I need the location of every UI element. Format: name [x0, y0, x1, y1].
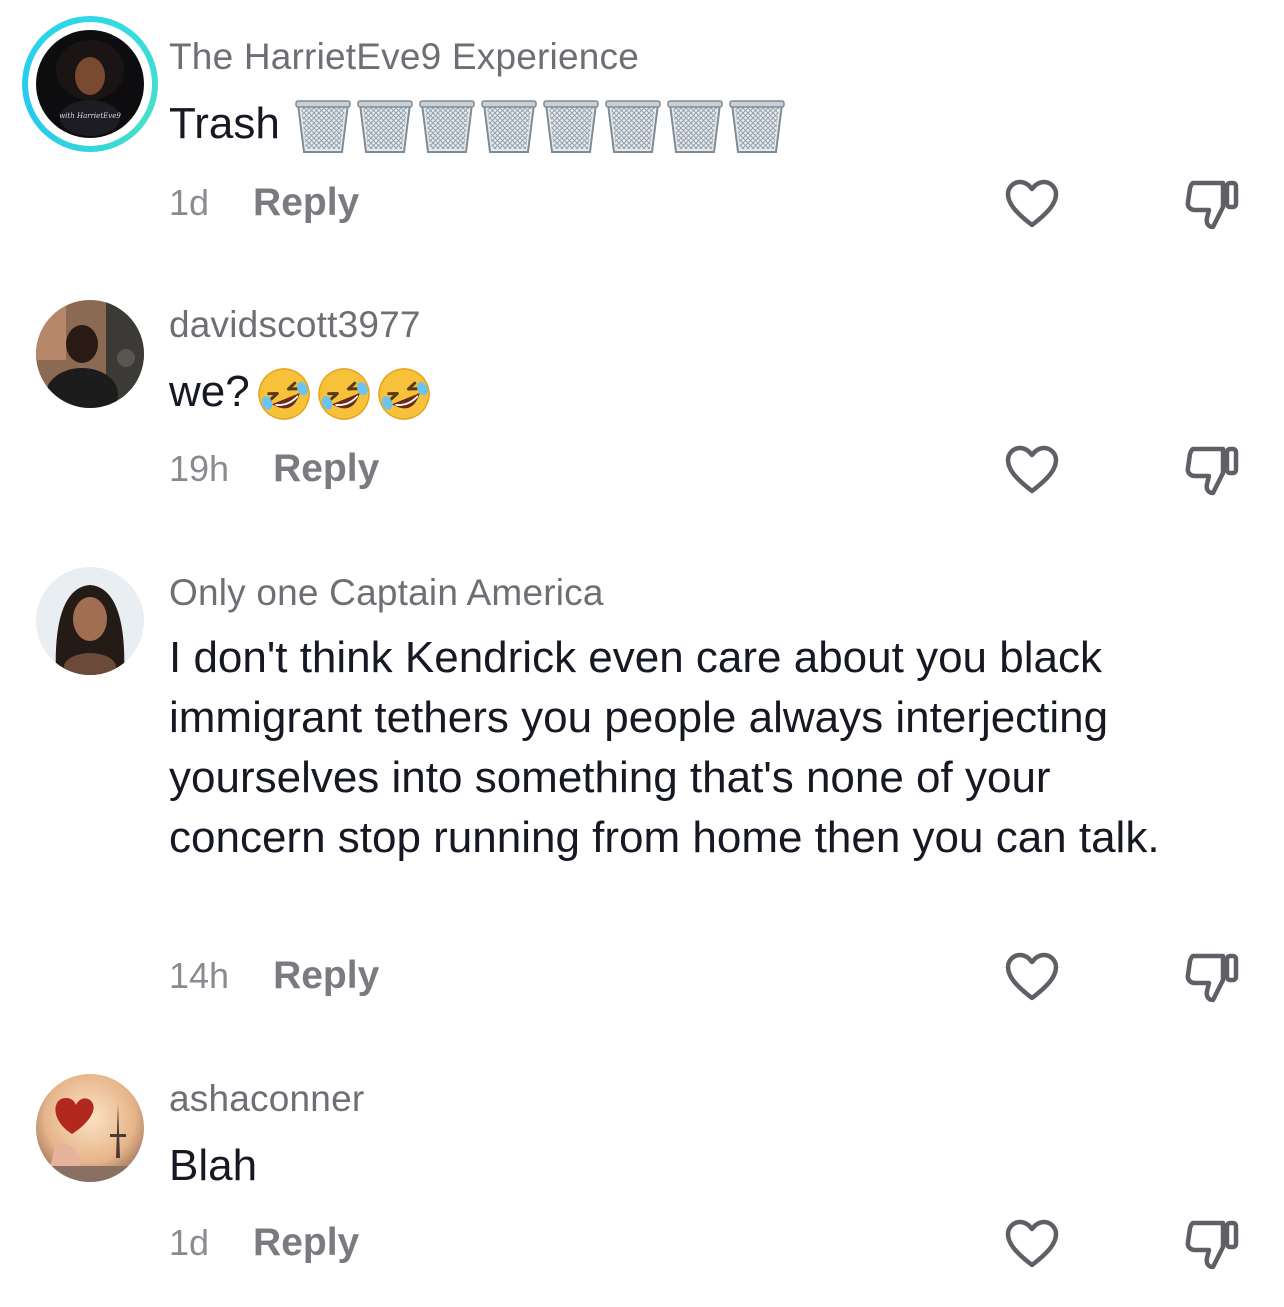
comment-timestamp: 1d: [169, 182, 210, 223]
wastebasket-emoji: [728, 98, 786, 154]
comment-username[interactable]: The HarrietEve9 Experience: [169, 36, 639, 78]
wastebasket-emoji: [480, 98, 538, 154]
comment-text-body: Trash: [169, 99, 280, 148]
rolling-laughing-emoji: [316, 366, 372, 422]
comment-username[interactable]: Only one Captain America: [169, 572, 604, 614]
heart-outline-icon: [1005, 445, 1059, 494]
avatar-image: with HarrietEve9: [36, 30, 144, 138]
avatar-image: [36, 300, 144, 408]
avatar-image: [36, 1074, 144, 1182]
avatar[interactable]: with HarrietEve9: [36, 30, 144, 138]
comment-meta: 1d Reply: [169, 178, 359, 228]
reply-button[interactable]: Reply: [273, 954, 379, 998]
avatar[interactable]: [36, 1074, 144, 1182]
comment-username[interactable]: ashaconner: [169, 1078, 364, 1120]
thumbs-down-outline-icon: [1185, 180, 1239, 230]
comment-text-body: we?: [169, 367, 250, 416]
thumbs-down-outline-icon: [1185, 953, 1239, 1003]
avatar-caption: with HarrietEve9: [59, 112, 121, 120]
comment-text: Blah: [169, 1141, 258, 1190]
dislike-button[interactable]: [1180, 172, 1244, 236]
heart-outline-icon: [1005, 952, 1059, 1001]
rolling-laughing-emoji: [376, 366, 432, 422]
wastebasket-emoji: [604, 98, 662, 154]
like-button[interactable]: [1000, 1212, 1064, 1276]
reply-button[interactable]: Reply: [253, 181, 359, 225]
thumbs-down-outline-icon: [1185, 446, 1239, 496]
wastebasket-emoji: [666, 98, 724, 154]
thumbs-down-outline-icon: [1185, 1220, 1239, 1270]
like-button[interactable]: [1000, 945, 1064, 1009]
wastebasket-emoji: [356, 98, 414, 154]
like-button[interactable]: [1000, 172, 1064, 236]
avatar-image: [36, 567, 144, 675]
dislike-button[interactable]: [1180, 438, 1244, 502]
wastebasket-emoji: [418, 98, 476, 154]
avatar[interactable]: [36, 567, 144, 675]
heart-outline-icon: [1005, 1219, 1059, 1268]
comment-timestamp: 1d: [169, 1222, 210, 1263]
reply-button[interactable]: Reply: [273, 447, 379, 491]
avatar[interactable]: [36, 300, 144, 408]
comment-meta: 1d Reply: [169, 1218, 359, 1268]
comment-username[interactable]: davidscott3977: [169, 304, 421, 346]
comment-meta: 19h Reply: [169, 444, 379, 494]
comment-text: I don't think Kendrick even care about y…: [169, 633, 1160, 862]
comment-meta: 14h Reply: [169, 951, 379, 1001]
comment-timestamp: 14h: [169, 955, 230, 996]
comment-text: Trash: [169, 94, 1229, 154]
heart-outline-icon: [1005, 179, 1059, 228]
comment-text: we?: [169, 362, 1229, 422]
wastebasket-emoji: [542, 98, 600, 154]
comment-timestamp: 19h: [169, 448, 230, 489]
dislike-button[interactable]: [1180, 945, 1244, 1009]
like-button[interactable]: [1000, 438, 1064, 502]
reply-button[interactable]: Reply: [253, 1221, 359, 1265]
rolling-laughing-emoji: [256, 366, 312, 422]
wastebasket-emoji: [294, 98, 352, 154]
emoji-group: [256, 366, 436, 422]
emoji-group: [294, 98, 790, 154]
dislike-button[interactable]: [1180, 1212, 1244, 1276]
